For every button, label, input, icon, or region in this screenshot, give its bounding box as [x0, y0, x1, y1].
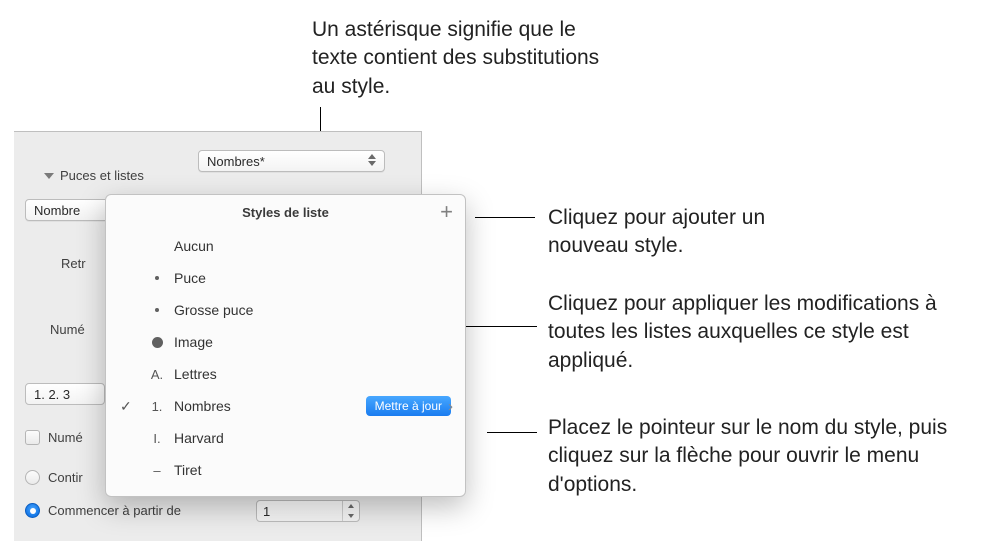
bullet-image-icon [146, 337, 168, 348]
popover-title: Styles de liste [106, 195, 465, 226]
indent-label: Retr [61, 256, 86, 271]
marker-letters-icon: A. [146, 367, 168, 382]
style-item-none[interactable]: Aucun [106, 230, 465, 262]
start-from-stepper[interactable]: 1 [256, 500, 360, 522]
style-item-big-bullet[interactable]: Grosse puce [106, 294, 465, 326]
number-format-value: 1. 2. 3 [34, 387, 70, 402]
checkmark-icon: ✓ [120, 398, 132, 415]
marker-dash-icon: – [146, 463, 168, 478]
stepper-arrows-icon[interactable] [342, 501, 359, 521]
add-style-button[interactable]: + [440, 203, 453, 221]
stepper-value: 1 [263, 504, 270, 519]
update-style-button[interactable]: Mettre à jour [366, 396, 451, 416]
style-item-label: Lettres [174, 366, 217, 382]
section-title: Puces et listes [60, 168, 144, 183]
style-item-harvard[interactable]: I. Harvard [106, 422, 465, 454]
tiered-numbers-label: Numé [48, 430, 83, 445]
style-item-label: Image [174, 334, 213, 350]
start-from-radio[interactable] [25, 503, 40, 518]
number-format-popup[interactable]: 1. 2. 3 [25, 383, 105, 405]
popover-list: Aucun Puce Grosse puce Image A. Lettres … [106, 226, 465, 496]
disclosure-triangle-icon [44, 173, 54, 179]
start-from-label: Commencer à partir de [48, 503, 181, 518]
marker-numbers-icon: 1. [146, 399, 168, 414]
numeros-label: Numé [50, 322, 85, 337]
bullet-small-icon [146, 276, 168, 280]
continue-label: Contir [48, 470, 83, 485]
style-item-letters[interactable]: A. Lettres [106, 358, 465, 390]
style-item-dash[interactable]: – Tiret [106, 454, 465, 486]
callout-arrow: Placez le pointeur sur le nom du style, … [548, 414, 968, 499]
bullets-lists-header[interactable]: Puces et listes [24, 148, 144, 183]
style-item-label: Nombres [174, 398, 231, 414]
callout-line [487, 432, 537, 433]
callout-plus: Cliquez pour ajouter un nouveau style. [548, 204, 828, 261]
callout-line [475, 217, 535, 218]
style-item-label: Puce [174, 270, 206, 286]
tiered-numbers-checkbox[interactable] [25, 430, 40, 445]
style-item-image[interactable]: Image [106, 326, 465, 358]
popup-carets-icon [368, 154, 376, 166]
chevron-right-icon[interactable]: › [448, 398, 453, 415]
callout-asterisk: Un astérisque signifie que le texte cont… [312, 16, 602, 101]
style-item-label: Harvard [174, 430, 224, 446]
style-item-label: Aucun [174, 238, 214, 254]
style-item-label: Grosse puce [174, 302, 253, 318]
bullet-small-icon [146, 308, 168, 312]
list-style-popup[interactable]: Nombres* [198, 150, 385, 172]
continue-radio[interactable] [25, 470, 40, 485]
list-style-value: Nombres* [207, 154, 265, 169]
callout-update: Cliquez pour appliquer les modifications… [548, 290, 968, 375]
style-item-label: Tiret [174, 462, 201, 478]
style-item-numbers[interactable]: ✓ 1. Nombres Mettre à jour › [106, 390, 465, 422]
list-styles-popover: Styles de liste + Aucun Puce Grosse puce… [105, 194, 466, 497]
list-type-popup[interactable]: Nombre [25, 199, 110, 221]
marker-harvard-icon: I. [146, 431, 168, 446]
list-type-value: Nombre [34, 203, 80, 218]
style-item-bullet[interactable]: Puce [106, 262, 465, 294]
